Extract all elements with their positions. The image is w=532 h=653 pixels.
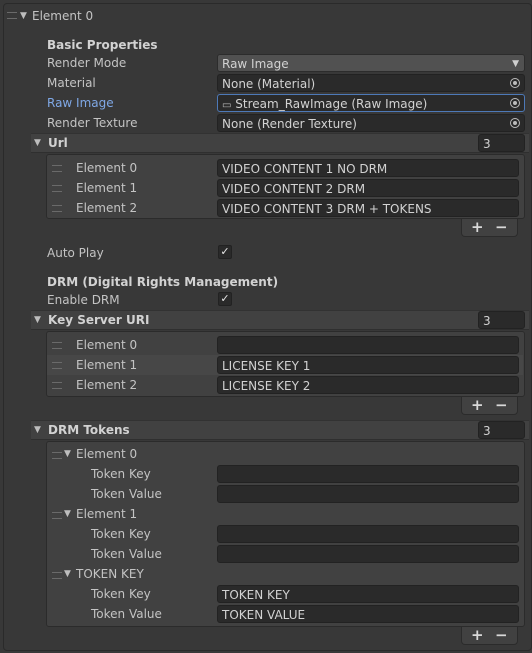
render-texture-field[interactable]: None (Render Texture) bbox=[217, 114, 525, 132]
url-list-footer: + − bbox=[461, 218, 518, 237]
token-key-label: Token Key bbox=[91, 527, 151, 541]
token-value-field[interactable] bbox=[217, 485, 519, 503]
remove-button[interactable]: − bbox=[495, 396, 508, 414]
remove-button[interactable]: − bbox=[495, 626, 508, 644]
drm-tokens-count-field[interactable]: 3 bbox=[478, 421, 525, 439]
enable-drm-label: Enable DRM bbox=[47, 293, 120, 307]
url-element-field[interactable]: VIDEO CONTENT 3 DRM + TOKENS bbox=[217, 199, 519, 217]
url-element-label: Element 1 bbox=[76, 181, 138, 195]
element-title[interactable]: Element 0 bbox=[32, 6, 93, 26]
key-server-element-label: Element 0 bbox=[76, 338, 138, 352]
chevron-down-icon: ▼ bbox=[512, 59, 519, 69]
drag-handle-icon[interactable] bbox=[7, 12, 17, 19]
render-texture-label: Render Texture bbox=[47, 116, 138, 130]
object-picker-icon[interactable] bbox=[510, 78, 520, 88]
raw-image-label: Raw Image bbox=[47, 96, 114, 110]
token-element-label[interactable]: Element 0 bbox=[76, 444, 137, 464]
object-picker-icon[interactable] bbox=[510, 118, 520, 128]
token-value-label: Token Value bbox=[91, 547, 162, 561]
material-label: Material bbox=[47, 76, 96, 90]
token-element-label[interactable]: Element 1 bbox=[76, 504, 137, 524]
drag-handle-icon[interactable] bbox=[52, 362, 62, 369]
token-value-field[interactable]: TOKEN VALUE bbox=[217, 605, 519, 623]
key-server-element-field[interactable] bbox=[217, 336, 519, 354]
foldout-arrow-icon[interactable]: ▼ bbox=[34, 310, 41, 330]
url-list-label: Url bbox=[48, 136, 68, 150]
render-mode-label: Render Mode bbox=[47, 56, 127, 70]
drag-handle-icon[interactable] bbox=[52, 165, 62, 172]
drm-tokens-list-label: DRM Tokens bbox=[48, 423, 130, 437]
url-element-label: Element 2 bbox=[76, 201, 138, 215]
auto-play-checkbox[interactable]: ✓ bbox=[218, 245, 232, 259]
foldout-arrow-icon[interactable]: ▼ bbox=[64, 444, 71, 464]
key-server-list-header[interactable]: ▼ Key Server URI bbox=[31, 310, 529, 330]
foldout-arrow-icon[interactable]: ▼ bbox=[34, 420, 41, 440]
drm-tokens-list-footer: + − bbox=[461, 626, 518, 645]
token-element-label[interactable]: TOKEN KEY bbox=[76, 564, 144, 584]
key-server-element-label: Element 1 bbox=[76, 358, 138, 372]
render-mode-dropdown[interactable]: Raw Image ▼ bbox=[217, 54, 525, 72]
material-value: None (Material) bbox=[222, 77, 316, 91]
token-key-field[interactable]: TOKEN KEY bbox=[217, 585, 519, 603]
key-server-list-footer: + − bbox=[461, 396, 518, 415]
drag-handle-icon[interactable] bbox=[52, 512, 62, 519]
drag-handle-icon[interactable] bbox=[52, 205, 62, 212]
raw-image-value: Stream_RawImage (Raw Image) bbox=[235, 97, 428, 111]
token-value-label: Token Value bbox=[91, 607, 162, 621]
drag-handle-icon[interactable] bbox=[52, 185, 62, 192]
key-server-list-label: Key Server URI bbox=[48, 313, 150, 327]
texture-icon: ▭ bbox=[222, 100, 232, 111]
foldout-arrow-icon[interactable]: ▼ bbox=[64, 564, 71, 584]
add-button[interactable]: + bbox=[471, 218, 484, 236]
render-texture-value: None (Render Texture) bbox=[222, 117, 357, 131]
url-list-header[interactable]: ▼ Url bbox=[31, 133, 529, 153]
url-count-field[interactable]: 3 bbox=[478, 134, 525, 152]
drm-heading: DRM (Digital Rights Management) bbox=[47, 275, 279, 289]
token-key-label: Token Key bbox=[91, 587, 151, 601]
enable-drm-checkbox[interactable]: ✓ bbox=[218, 292, 232, 306]
drag-handle-icon[interactable] bbox=[52, 572, 62, 579]
foldout-arrow-icon[interactable]: ▼ bbox=[20, 6, 27, 26]
foldout-arrow-icon[interactable]: ▼ bbox=[34, 133, 41, 153]
key-server-count-field[interactable]: 3 bbox=[478, 311, 525, 329]
add-button[interactable]: + bbox=[471, 626, 484, 644]
drag-handle-icon[interactable] bbox=[52, 452, 62, 459]
key-server-element-field[interactable]: LICENSE KEY 2 bbox=[217, 376, 519, 394]
raw-image-field[interactable]: ▭ Stream_RawImage (Raw Image) bbox=[217, 94, 525, 112]
url-element-field[interactable]: VIDEO CONTENT 2 DRM bbox=[217, 179, 519, 197]
add-button[interactable]: + bbox=[471, 396, 484, 414]
token-key-field[interactable] bbox=[217, 465, 519, 483]
token-value-field[interactable] bbox=[217, 545, 519, 563]
token-value-label: Token Value bbox=[91, 487, 162, 501]
foldout-arrow-icon[interactable]: ▼ bbox=[64, 504, 71, 524]
token-key-field[interactable] bbox=[217, 525, 519, 543]
drag-handle-icon[interactable] bbox=[52, 342, 62, 349]
remove-button[interactable]: − bbox=[495, 218, 508, 236]
object-picker-icon[interactable] bbox=[510, 98, 520, 108]
url-element-field[interactable]: VIDEO CONTENT 1 NO DRM bbox=[217, 159, 519, 177]
key-server-element-field[interactable]: LICENSE KEY 1 bbox=[217, 356, 519, 374]
drag-handle-icon[interactable] bbox=[52, 382, 62, 389]
material-field[interactable]: None (Material) bbox=[217, 74, 525, 92]
token-key-label: Token Key bbox=[91, 467, 151, 481]
url-element-label: Element 0 bbox=[76, 161, 138, 175]
render-mode-value: Raw Image bbox=[222, 57, 289, 71]
drm-tokens-list-header[interactable]: ▼ DRM Tokens bbox=[31, 420, 529, 440]
auto-play-label: Auto Play bbox=[47, 246, 104, 260]
basic-properties-heading: Basic Properties bbox=[47, 38, 158, 52]
key-server-element-label: Element 2 bbox=[76, 378, 138, 392]
